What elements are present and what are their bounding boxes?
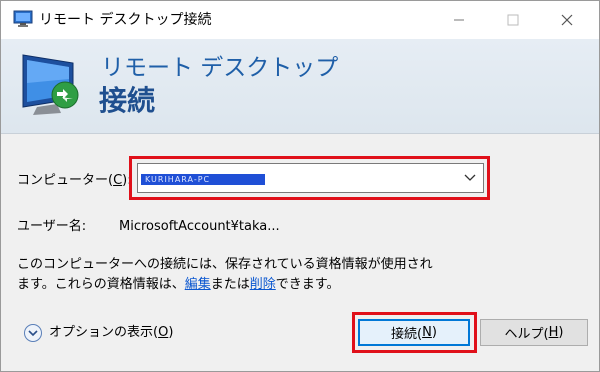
edit-link[interactable]: 編集 bbox=[185, 277, 211, 292]
computer-label: コンピューター(C): bbox=[17, 172, 132, 190]
info-text-part3: できます。 bbox=[275, 277, 340, 292]
options-label-prefix: オプションの表示( bbox=[49, 325, 159, 340]
close-button[interactable] bbox=[544, 1, 590, 39]
username-label: ユーザー名: bbox=[17, 219, 87, 234]
banner-title-line1: リモート デスクトップ bbox=[101, 55, 339, 81]
chevron-down-icon[interactable] bbox=[463, 172, 477, 184]
maximize-button[interactable] bbox=[490, 1, 536, 39]
options-label-suffix: ) bbox=[168, 325, 174, 340]
credentials-info-text: このコンピューターへの接続には、保存されている資格情報が使用されます。これらの資… bbox=[17, 255, 445, 295]
help-label-accesskey: H bbox=[548, 325, 559, 340]
show-options-label[interactable]: オプションの表示(O) bbox=[49, 324, 173, 342]
computer-label-accesskey: C bbox=[113, 173, 123, 188]
delete-link[interactable]: 削除 bbox=[250, 277, 276, 292]
window-title: リモート デスクトップ接続 bbox=[39, 12, 212, 28]
monitor-remote-icon bbox=[22, 54, 79, 115]
maximize-icon bbox=[507, 14, 519, 26]
help-label-suffix: ) bbox=[558, 325, 564, 340]
title-bar: リモート デスクトップ接続 bbox=[1, 1, 599, 39]
header-banner: リモート デスクトップ 接続 bbox=[1, 39, 599, 134]
connect-label-accesskey: N bbox=[422, 325, 432, 340]
username-value: MicrosoftAccount¥taka... bbox=[119, 219, 280, 234]
computer-label-prefix: コンピューター( bbox=[17, 173, 114, 188]
options-label-accesskey: O bbox=[158, 325, 169, 340]
help-label-prefix: ヘルプ( bbox=[504, 327, 549, 342]
minimize-icon bbox=[454, 19, 464, 21]
close-icon bbox=[561, 14, 573, 26]
help-button[interactable]: ヘルプ(H) bbox=[480, 319, 588, 346]
options-expand-icon[interactable] bbox=[23, 323, 43, 343]
minimize-button[interactable] bbox=[436, 1, 482, 39]
banner-title-line2: 接続 bbox=[99, 84, 156, 117]
computer-value[interactable]: KURIHARA-PC bbox=[141, 174, 265, 185]
remote-desktop-icon bbox=[13, 10, 33, 27]
computer-combobox[interactable]: KURIHARA-PC bbox=[137, 163, 484, 193]
remote-desktop-window: リモート デスクトップ接続 リモート デスクトップ 接続 コンピューター(C):… bbox=[0, 0, 600, 372]
connect-label-suffix: ) bbox=[431, 325, 437, 340]
connect-button[interactable]: 接続(N) bbox=[358, 319, 470, 346]
info-text-part2: または bbox=[210, 277, 250, 292]
connect-label-prefix: 接続( bbox=[391, 327, 423, 342]
